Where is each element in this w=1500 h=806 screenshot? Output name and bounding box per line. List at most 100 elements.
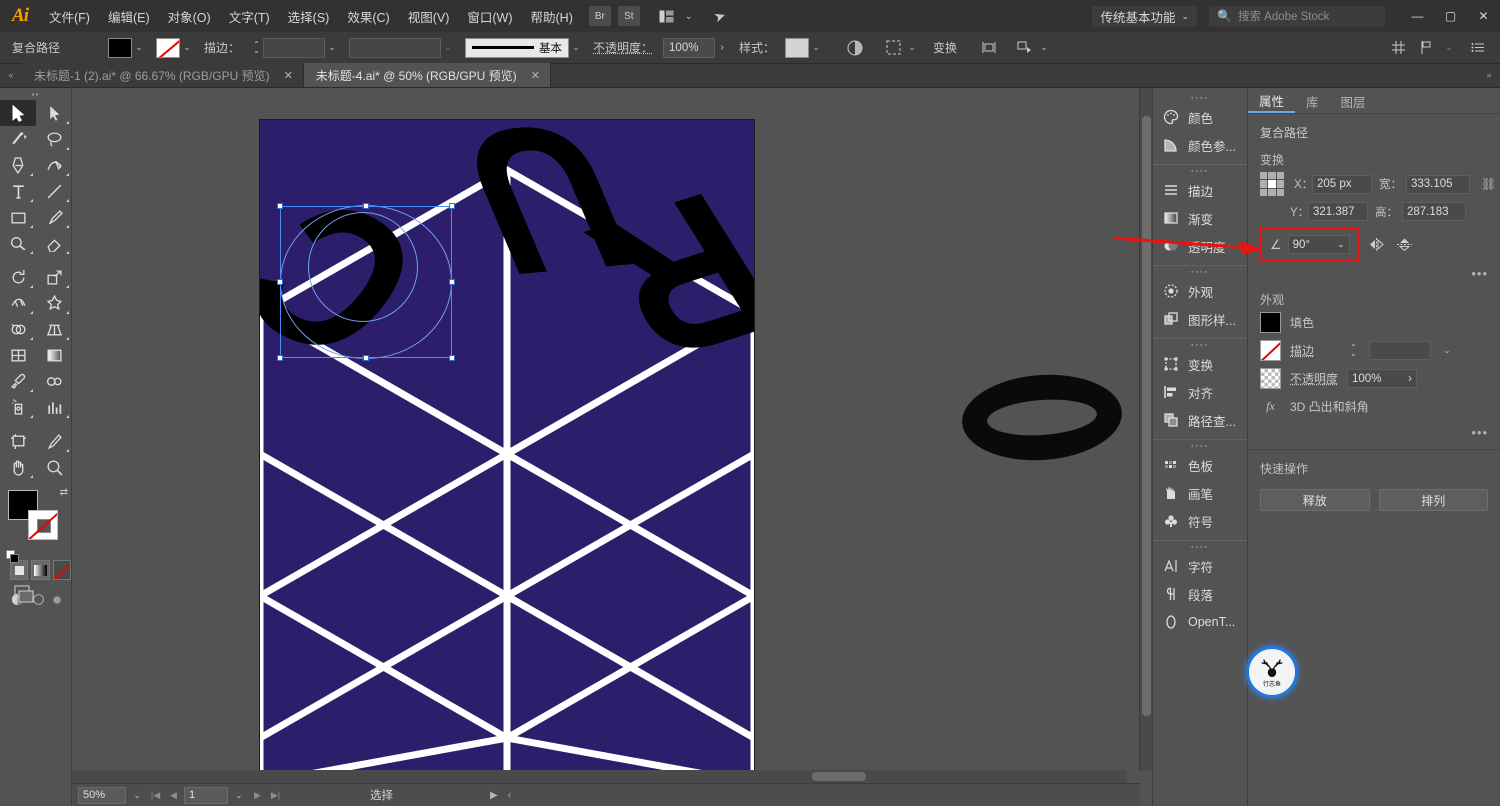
align-icon[interactable] — [977, 37, 1001, 59]
column-graph-tool[interactable] — [36, 394, 72, 420]
stroke-weight-stepper[interactable]: ⌃ ⌄ — [250, 38, 263, 58]
hand-tool[interactable] — [0, 454, 36, 480]
artboard-chevron-down-icon[interactable]: ⌄ — [231, 787, 247, 804]
panel-pathfinder[interactable]: 路径查... — [1153, 406, 1247, 434]
opacity-control[interactable]: 100% › — [663, 37, 729, 58]
artboard[interactable]: C U R — [260, 120, 754, 783]
arrange-caret-icon[interactable]: ⌄ — [685, 11, 693, 22]
discover-rocket-icon[interactable]: ➤ — [712, 6, 729, 26]
selection-handle-ml[interactable] — [277, 279, 283, 285]
canvas-area[interactable]: C U R — [72, 88, 1140, 783]
rail-group-handle[interactable]: ▪▪▪▪ — [1153, 167, 1247, 176]
selection-handle-tl[interactable] — [277, 203, 283, 209]
tab-close-icon[interactable]: ✕ — [531, 69, 540, 82]
panel-stroke[interactable]: 描边 — [1153, 176, 1247, 204]
canvas-horizontal-scroll-thumb[interactable] — [812, 772, 866, 781]
stroke-profile-control[interactable]: ⌄ — [349, 37, 455, 58]
appearance-effect-row[interactable]: fx 3D 凸出和斜角 — [1248, 398, 1500, 415]
perspective-grid-tool[interactable] — [36, 316, 72, 342]
slice-tool[interactable] — [36, 428, 72, 454]
drawing-mode-inside-icon[interactable] — [52, 594, 62, 608]
tab-scroll-left-icon[interactable]: « — [0, 63, 22, 87]
selection-handle-bc[interactable] — [363, 355, 369, 361]
tab-scroll-right-icon[interactable]: » — [1478, 63, 1500, 87]
appearance-opacity-expand-icon[interactable]: › — [1408, 373, 1412, 385]
close-button[interactable]: ✕ — [1467, 0, 1500, 32]
selection-handle-mr[interactable] — [449, 279, 455, 285]
stroke-profile-field[interactable] — [349, 37, 442, 58]
panel-align[interactable]: 对齐 — [1153, 378, 1247, 406]
blend-tool[interactable] — [36, 368, 72, 394]
menu-view[interactable]: 视图(V) — [399, 0, 459, 32]
y-input[interactable]: 321.387 — [1308, 202, 1368, 221]
appearance-stroke-swatch[interactable] — [1260, 340, 1281, 361]
shaper-tool[interactable] — [0, 230, 36, 256]
style-swatch[interactable] — [785, 37, 810, 58]
line-segment-tool[interactable] — [36, 178, 72, 204]
brush-definition-control[interactable]: 基本 ⌄ — [465, 37, 583, 58]
selection-handle-br[interactable] — [449, 355, 455, 361]
selection-tool[interactable] — [0, 100, 36, 126]
select-similar-chevron-down-icon[interactable]: ⌄ — [905, 38, 919, 58]
gradient-mode-button[interactable] — [31, 560, 50, 580]
stroke-swatch-none[interactable] — [156, 37, 180, 58]
artboard-tool[interactable] — [0, 428, 36, 454]
stroke-weight-field[interactable] — [263, 37, 326, 58]
eyedropper-tool[interactable] — [0, 368, 36, 394]
grid-icon[interactable] — [1386, 37, 1410, 59]
tab-properties[interactable]: 属性 — [1248, 89, 1296, 113]
menu-effect[interactable]: 效果(C) — [338, 0, 398, 32]
flow-chevron-down-icon[interactable]: ⌄ — [1442, 38, 1456, 58]
style-control[interactable]: ⌄ — [785, 37, 823, 58]
selection-handle-tr[interactable] — [449, 203, 455, 209]
workspace-switcher[interactable]: 传统基本功能 ⌄ — [1092, 5, 1197, 27]
minimize-button[interactable]: — — [1401, 0, 1434, 32]
canvas-horizontal-scrollbar[interactable] — [72, 770, 1127, 783]
zoom-level-input[interactable]: 50% — [78, 786, 126, 804]
panel-color-guide[interactable]: 颜色参... — [1153, 131, 1247, 159]
rail-group-handle[interactable]: ▪▪▪▪ — [1153, 94, 1247, 103]
rectangle-tool[interactable] — [0, 204, 36, 230]
tab-close-icon[interactable]: ✕ — [284, 69, 293, 82]
zoom-chevron-down-icon[interactable]: ⌄ — [129, 787, 145, 804]
reference-point-selector[interactable] — [1260, 172, 1284, 196]
arrange-documents-icon[interactable] — [654, 6, 680, 26]
letter-o-ellipse[interactable] — [959, 369, 1125, 466]
panel-paragraph[interactable]: 段落 — [1153, 580, 1247, 608]
release-button[interactable]: 释放 — [1260, 489, 1370, 511]
first-artboard-icon[interactable]: |◀ — [148, 790, 163, 801]
curvature-tool[interactable] — [36, 152, 72, 178]
tab-libraries[interactable]: 库 — [1295, 89, 1330, 113]
panel-symbols[interactable]: 符号 — [1153, 507, 1247, 535]
paintbrush-tool[interactable] — [36, 204, 72, 230]
direct-selection-tool[interactable] — [36, 100, 72, 126]
swap-fill-stroke-icon[interactable]: ⇄ — [60, 487, 68, 498]
document-tab-2[interactable]: 未标题-4.ai* @ 50% (RGB/GPU 预览) ✕ — [303, 63, 551, 87]
appearance-effect-label[interactable]: 3D 凸出和斜角 — [1290, 398, 1369, 415]
lasso-tool[interactable] — [36, 126, 72, 152]
mesh-tool[interactable] — [0, 342, 36, 368]
panel-appearance[interactable]: 外观 — [1153, 277, 1247, 305]
panel-opentype[interactable]: OpenT... — [1153, 608, 1247, 636]
stroke-chevron-down-icon[interactable]: ⌄ — [180, 38, 194, 58]
free-transform-tool[interactable] — [36, 290, 72, 316]
menu-window[interactable]: 窗口(W) — [458, 0, 521, 32]
panel-color[interactable]: 颜色 — [1153, 103, 1247, 131]
x-input[interactable]: 205 px — [1312, 174, 1372, 194]
menu-help[interactable]: 帮助(H) — [522, 0, 582, 32]
transform-more-options[interactable]: ••• — [1248, 266, 1500, 281]
brush-field[interactable]: 基本 — [465, 37, 570, 58]
stock-search-input[interactable]: 🔍 搜索 Adobe Stock — [1209, 5, 1385, 27]
canvas-vertical-scrollbar[interactable] — [1139, 88, 1152, 771]
selection-bounding-box[interactable] — [280, 206, 452, 358]
color-mode-button[interactable] — [10, 560, 29, 580]
maximize-button[interactable]: ▢ — [1434, 0, 1467, 32]
magic-wand-tool[interactable] — [0, 126, 36, 152]
panel-swatches[interactable]: 色板 — [1153, 451, 1247, 479]
panel-transform[interactable]: 变换 — [1153, 350, 1247, 378]
list-icon[interactable] — [1466, 37, 1490, 59]
type-tool[interactable] — [0, 178, 36, 204]
stroke-color-swatch[interactable] — [28, 510, 58, 540]
rail-group-handle[interactable]: ▪▪▪▪ — [1153, 442, 1247, 451]
stroke-weight-chevron-down-icon[interactable]: ⌄ — [325, 38, 339, 58]
